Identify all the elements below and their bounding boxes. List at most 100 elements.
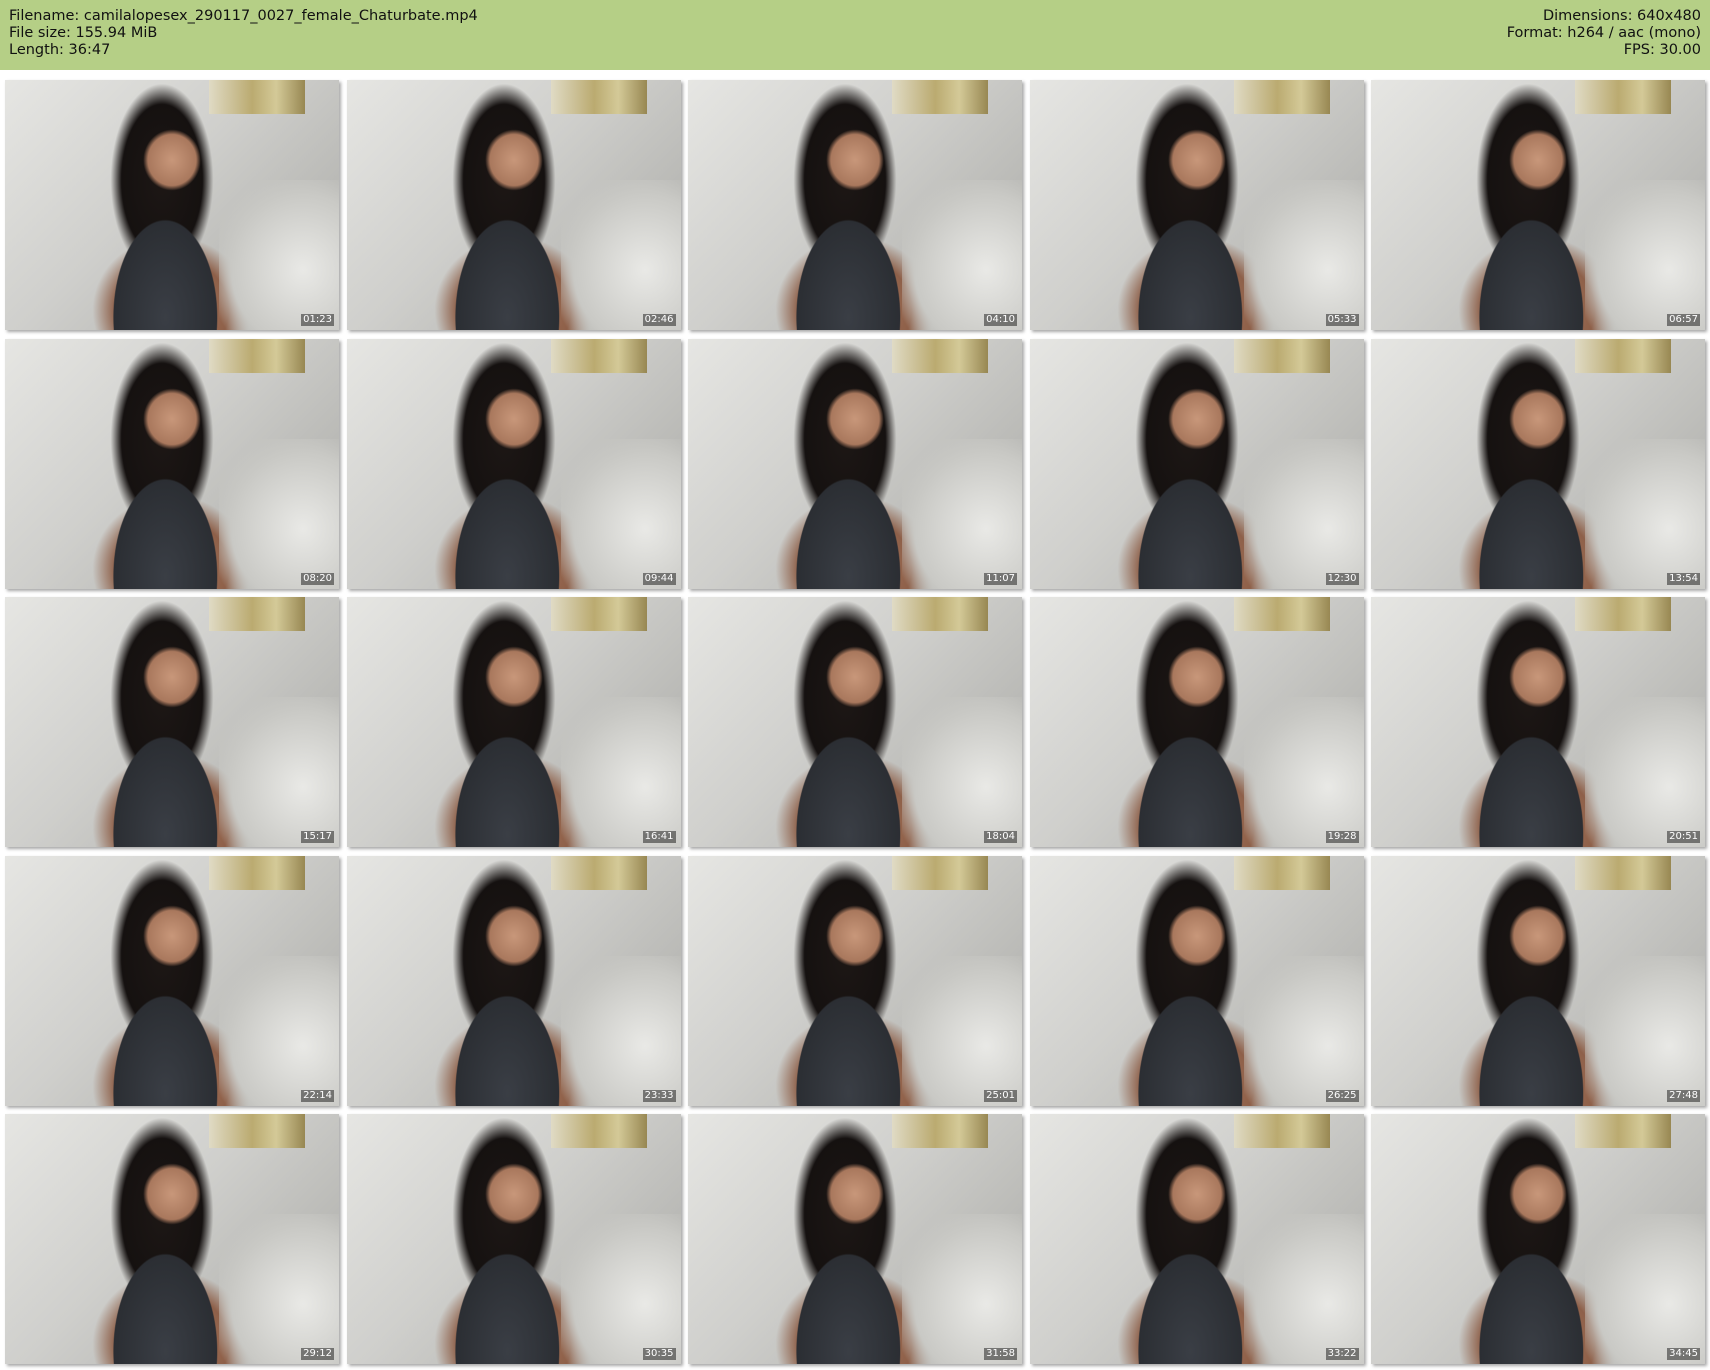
thumbnail: 22:14 bbox=[5, 855, 339, 1106]
timestamp-label: 04:10 bbox=[984, 314, 1017, 326]
wall-poster bbox=[209, 338, 305, 373]
thumbnail: 30:35 bbox=[346, 1114, 681, 1364]
wall-poster bbox=[1233, 80, 1330, 114]
wall-poster bbox=[209, 80, 305, 114]
pillow bbox=[219, 438, 339, 589]
wall-poster bbox=[1233, 1114, 1330, 1148]
wall-poster bbox=[892, 338, 988, 373]
info-header: Filename: camilalopesex_290117_0027_fema… bbox=[0, 0, 1710, 70]
pillow bbox=[1243, 955, 1364, 1106]
pillow bbox=[902, 955, 1022, 1106]
pillow bbox=[560, 438, 681, 589]
wall-poster bbox=[892, 597, 988, 631]
thumbnail: 26:25 bbox=[1029, 855, 1364, 1106]
timestamp-label: 27:48 bbox=[1667, 1089, 1700, 1102]
wall-poster bbox=[1233, 855, 1330, 890]
timestamp-label: 09:44 bbox=[642, 572, 676, 585]
thumbnail: 01:23 bbox=[5, 80, 339, 330]
thumbnail-grid: 01:23 02:46 04:10 05:33 06:57 08:20 09:4… bbox=[5, 80, 1705, 1365]
wall-poster bbox=[209, 1114, 305, 1148]
timestamp-label: 19:28 bbox=[1325, 831, 1359, 843]
thumbnail: 02:46 bbox=[346, 80, 681, 330]
thumbnail: 23:33 bbox=[346, 855, 681, 1106]
pillow bbox=[902, 697, 1022, 847]
file-info-right: Dimensions: 640x480 Format: h264 / aac (… bbox=[1507, 8, 1701, 59]
pillow bbox=[219, 955, 339, 1106]
dimensions-text: Dimensions: 640x480 bbox=[1542, 8, 1701, 24]
length-text: Length: 36:47 bbox=[9, 42, 111, 58]
thumbnail: 05:33 bbox=[1029, 80, 1364, 330]
thumbnail: 20:51 bbox=[1371, 597, 1705, 847]
wall-poster bbox=[209, 597, 305, 631]
timestamp-label: 15:17 bbox=[301, 831, 334, 843]
timestamp-label: 33:22 bbox=[1325, 1348, 1359, 1360]
thumbnail: 34:45 bbox=[1371, 1114, 1705, 1364]
thumbnail: 31:58 bbox=[688, 1114, 1022, 1364]
timestamp-label: 01:23 bbox=[301, 314, 334, 326]
pillow bbox=[1585, 697, 1705, 847]
wall-poster bbox=[550, 1114, 647, 1148]
thumbnail: 04:10 bbox=[688, 80, 1022, 330]
timestamp-label: 02:46 bbox=[642, 314, 676, 326]
pillow bbox=[1243, 1214, 1364, 1364]
timestamp-label: 18:04 bbox=[984, 831, 1017, 843]
format-text: Format: h264 / aac (mono) bbox=[1506, 25, 1701, 41]
pillow bbox=[1243, 697, 1364, 847]
wall-poster bbox=[1233, 338, 1330, 373]
thumbnail: 11:07 bbox=[688, 338, 1022, 589]
pillow bbox=[902, 180, 1022, 330]
wall-poster bbox=[892, 1114, 988, 1148]
fps-text: FPS: 30.00 bbox=[1623, 42, 1701, 58]
wall-poster bbox=[1575, 597, 1671, 631]
timestamp-label: 29:12 bbox=[301, 1348, 334, 1360]
filesize-text: File size: 155.94 MiB bbox=[9, 25, 158, 41]
timestamp-label: 20:51 bbox=[1667, 831, 1700, 843]
wall-poster bbox=[892, 855, 988, 890]
wall-poster bbox=[550, 338, 647, 373]
pillow bbox=[1585, 1214, 1705, 1364]
wall-poster bbox=[550, 597, 647, 631]
wall-poster bbox=[1575, 855, 1671, 890]
timestamp-label: 34:45 bbox=[1667, 1348, 1700, 1360]
pillow bbox=[1243, 438, 1364, 589]
thumbnail: 16:41 bbox=[346, 597, 681, 847]
wall-poster bbox=[1575, 80, 1671, 114]
thumbnail: 27:48 bbox=[1371, 855, 1705, 1106]
pillow bbox=[1585, 955, 1705, 1106]
filename-text: Filename: camilalopesex_290117_0027_fema… bbox=[9, 8, 478, 24]
pillow bbox=[560, 180, 681, 330]
timestamp-label: 16:41 bbox=[642, 831, 676, 843]
timestamp-label: 12:30 bbox=[1325, 572, 1359, 585]
timestamp-label: 06:57 bbox=[1667, 314, 1700, 326]
pillow bbox=[1243, 180, 1364, 330]
timestamp-label: 25:01 bbox=[984, 1089, 1017, 1102]
wall-poster bbox=[550, 80, 647, 114]
pillow bbox=[560, 955, 681, 1106]
file-info-left: Filename: camilalopesex_290117_0027_fema… bbox=[9, 8, 478, 59]
thumbnail: 12:30 bbox=[1029, 338, 1364, 589]
pillow bbox=[902, 438, 1022, 589]
timestamp-label: 11:07 bbox=[984, 572, 1017, 585]
wall-poster bbox=[209, 855, 305, 890]
wall-poster bbox=[1575, 1114, 1671, 1148]
thumbnail: 13:54 bbox=[1371, 338, 1705, 589]
pillow bbox=[219, 1214, 339, 1364]
pillow bbox=[902, 1214, 1022, 1364]
timestamp-label: 08:20 bbox=[301, 572, 334, 585]
pillow bbox=[1585, 180, 1705, 330]
timestamp-label: 30:35 bbox=[642, 1348, 676, 1360]
pillow bbox=[560, 697, 681, 847]
thumbnail: 25:01 bbox=[688, 855, 1022, 1106]
pillow bbox=[1585, 438, 1705, 589]
wall-poster bbox=[1233, 597, 1330, 631]
wall-poster bbox=[892, 80, 988, 114]
timestamp-label: 05:33 bbox=[1325, 314, 1359, 326]
pillow bbox=[560, 1214, 681, 1364]
thumbnail: 19:28 bbox=[1029, 597, 1364, 847]
thumbnail: 33:22 bbox=[1029, 1114, 1364, 1364]
timestamp-label: 13:54 bbox=[1667, 572, 1700, 585]
thumbnail: 15:17 bbox=[5, 597, 339, 847]
thumbnail: 06:57 bbox=[1371, 80, 1705, 330]
thumbnail: 08:20 bbox=[5, 338, 339, 589]
pillow bbox=[219, 697, 339, 847]
